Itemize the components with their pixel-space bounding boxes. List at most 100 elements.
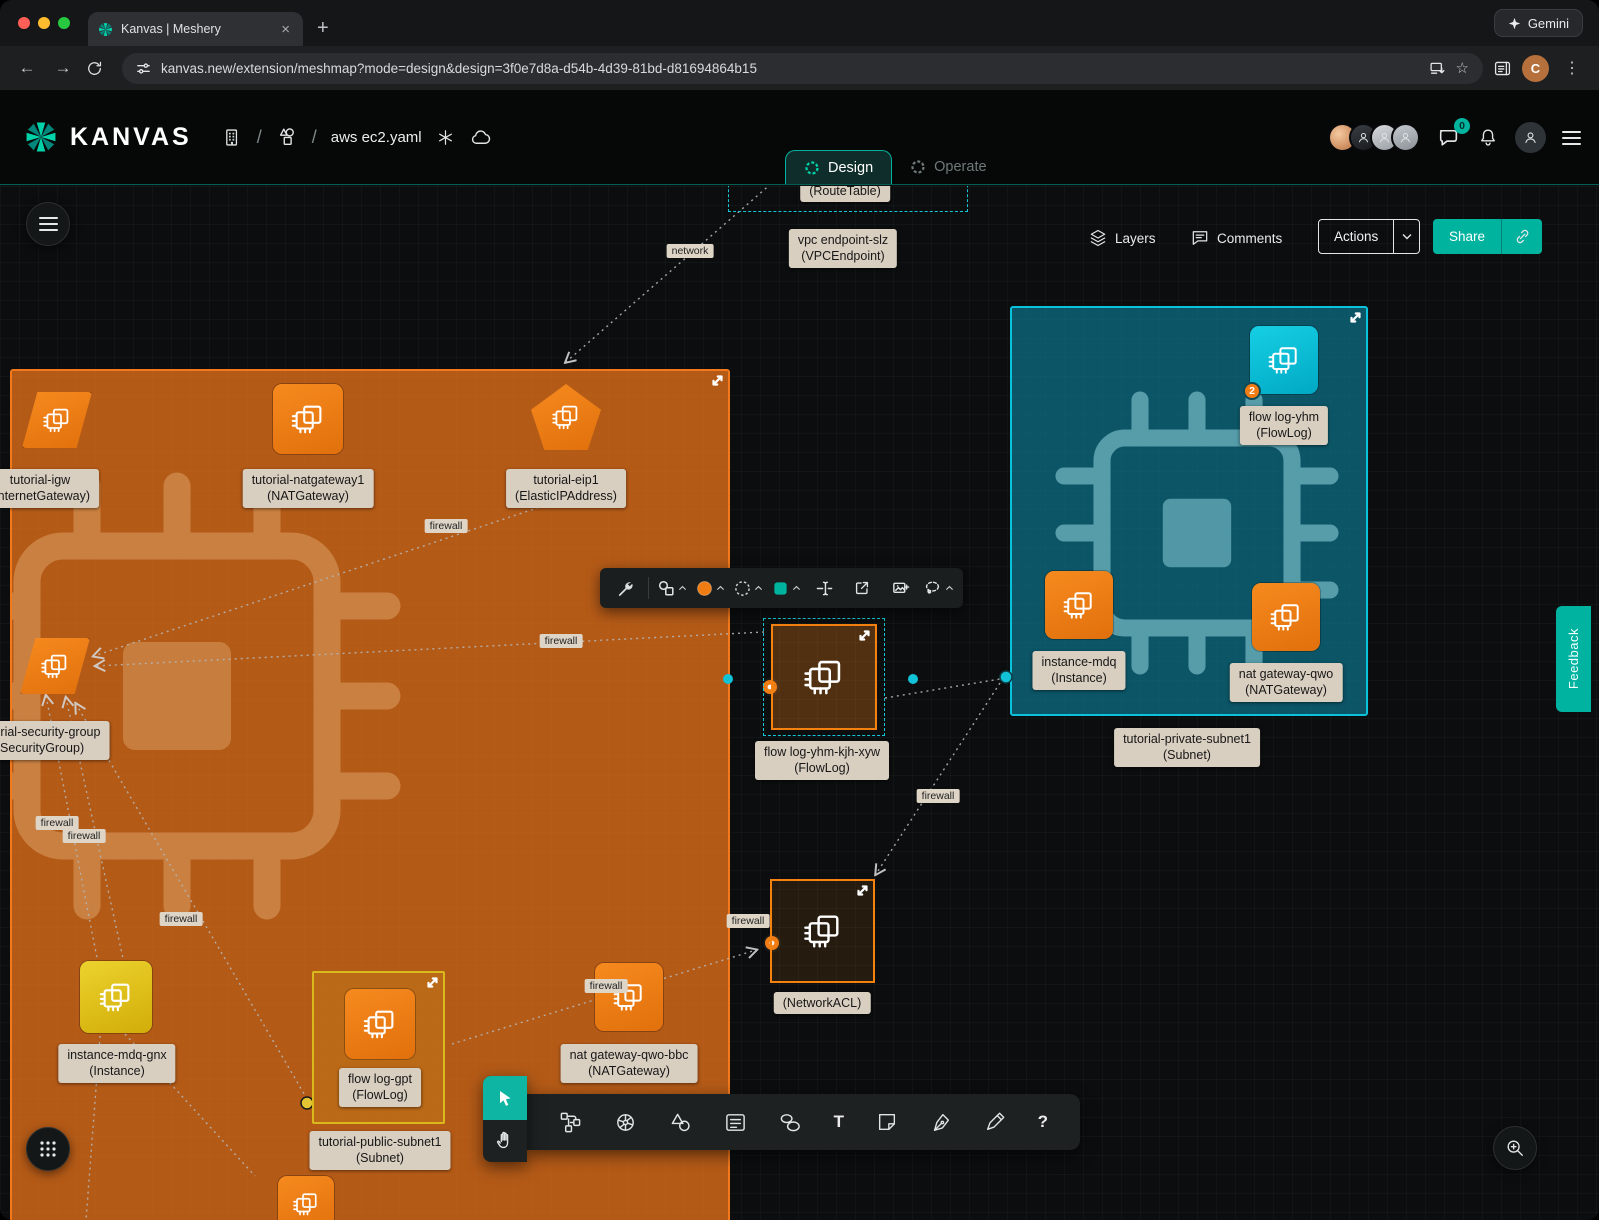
expand-icon[interactable] <box>427 977 438 988</box>
cloud-sync-icon[interactable] <box>469 126 492 149</box>
node-label-internet-gateway[interactable]: tutorial-igw (InternetGateway) <box>0 469 99 508</box>
tab-design[interactable]: Design <box>785 150 892 184</box>
node-flow-log-yhm[interactable] <box>1250 326 1318 394</box>
kanvas-brand[interactable]: KANVAS <box>24 120 192 154</box>
node-instance-mdq-gnx[interactable] <box>80 961 152 1033</box>
tab-close-icon[interactable]: × <box>278 21 293 38</box>
tab-operate[interactable]: Operate <box>892 150 1004 184</box>
node-label-flow-log-yhm[interactable]: flow log-yhm (FlowLog) <box>1240 406 1328 445</box>
node-label-route-table[interactable]: (RouteTable) <box>800 186 890 202</box>
chat-button[interactable]: 0 <box>1436 125 1461 150</box>
node-flow-log-gpt-group[interactable]: flow log-gpt (FlowLog) <box>312 971 445 1124</box>
address-bar[interactable]: kanvas.new/extension/meshmap?mode=design… <box>122 53 1483 84</box>
organization-icon[interactable] <box>222 127 243 148</box>
pen-tool-button[interactable] <box>930 1111 952 1133</box>
node-nat-gateway-qwo[interactable] <box>1252 583 1320 651</box>
app-menu-icon[interactable] <box>1562 131 1581 145</box>
pan-tool-button[interactable] <box>483 1120 527 1160</box>
share-button[interactable]: Share <box>1433 219 1501 254</box>
collaborator-avatars[interactable] <box>1328 123 1420 152</box>
add-image-button[interactable] <box>882 571 918 605</box>
notifications-bell-icon[interactable] <box>1477 127 1499 149</box>
components-tool-button[interactable] <box>559 1111 582 1134</box>
browser-menu-icon[interactable]: ⋮ <box>1559 58 1585 78</box>
rename-tool-button[interactable] <box>806 571 842 605</box>
magnifier-icon <box>1505 1138 1525 1158</box>
node-label-network-acl[interactable]: (NetworkACL) <box>774 992 871 1014</box>
site-settings-icon[interactable] <box>136 61 151 76</box>
node-label-instance-mdq[interactable]: instance-mdq (Instance) <box>1032 651 1125 690</box>
close-window-button[interactable] <box>18 17 30 29</box>
resize-handle[interactable] <box>908 674 918 684</box>
help-button[interactable]: ? <box>1038 1112 1048 1132</box>
zoom-button[interactable] <box>1493 1126 1537 1170</box>
reload-icon[interactable] <box>86 60 112 77</box>
node-label-instance-mdq-gnx[interactable]: instance-mdq-gnx (Instance) <box>58 1044 175 1083</box>
comments-button[interactable]: Comments <box>1190 223 1282 253</box>
node-label-flow-log-gpt[interactable]: flow log-gpt (FlowLog) <box>339 1068 421 1107</box>
actions-dropdown-button[interactable] <box>1393 220 1419 253</box>
stroke-style-button[interactable] <box>730 571 766 605</box>
copy-link-button[interactable] <box>1501 219 1542 254</box>
node-label-nat-gateway-1[interactable]: tutorial-natgateway1 (NATGateway) <box>243 469 374 508</box>
canvas-menu-button[interactable] <box>26 202 70 246</box>
node-instance-mdq[interactable] <box>1045 571 1113 639</box>
node-label-nat-gateway-qwo-bbc[interactable]: nat gateway-qwo-bbc (NATGateway) <box>561 1044 698 1083</box>
node-label-private-subnet[interactable]: tutorial-private-subnet1 (Subnet) <box>1114 728 1260 767</box>
collaborator-avatar[interactable] <box>1391 123 1420 152</box>
node-label-public-subnet[interactable]: tutorial-public-subnet1 (Subnet) <box>310 1131 451 1170</box>
node-label-vpc-endpoint[interactable]: vpc endpoint-slz (VPCEndpoint) <box>789 229 897 268</box>
node-flow-log-selected[interactable] <box>763 618 885 736</box>
group-style-button[interactable] <box>768 571 804 605</box>
configure-tool-button[interactable] <box>607 571 643 605</box>
kubernetes-tool-button[interactable] <box>614 1111 637 1134</box>
text-tool-button[interactable]: T <box>834 1112 844 1132</box>
browser-tab[interactable]: Kanvas | Meshery × <box>88 12 303 46</box>
shape-picker-button[interactable] <box>654 571 690 605</box>
node-label-elastic-ip[interactable]: tutorial-eip1 (ElasticIPAddress) <box>506 469 626 508</box>
shapes-tool-button[interactable] <box>669 1111 692 1134</box>
gemini-badge[interactable]: Gemini <box>1494 9 1583 37</box>
bookmark-star-icon[interactable]: ☆ <box>1456 59 1469 77</box>
zoom-window-button[interactable] <box>58 17 70 29</box>
select-tool-button[interactable] <box>483 1076 527 1120</box>
sticky-note-tool-button[interactable] <box>876 1111 898 1133</box>
expand-icon[interactable] <box>857 885 868 896</box>
notes-tool-button[interactable] <box>724 1111 747 1134</box>
workspace-icon[interactable] <box>276 126 298 148</box>
node-nat-gateway-qwo-bbc[interactable] <box>595 963 663 1031</box>
expand-icon[interactable] <box>859 630 870 641</box>
doodle-tool-button[interactable] <box>779 1111 802 1134</box>
new-tab-button[interactable]: + <box>317 17 329 46</box>
send-to-devices-icon[interactable] <box>1429 60 1446 77</box>
back-icon[interactable]: ← <box>14 58 40 78</box>
node-label-nat-gateway-qwo[interactable]: nat gateway-qwo (NATGateway) <box>1230 663 1343 702</box>
fill-color-button[interactable] <box>692 571 728 605</box>
node-label-security-group[interactable]: tutorial-security-group (SecurityGroup) <box>0 721 109 760</box>
expand-icon[interactable] <box>712 375 723 386</box>
node-label-flow-log-selected[interactable]: flow log-yhm-kjh-xyw (FlowLog) <box>755 741 889 780</box>
user-avatar[interactable] <box>1515 122 1546 153</box>
expand-icon[interactable] <box>1350 312 1361 323</box>
pencil-tool-button[interactable] <box>984 1111 1006 1133</box>
forward-icon[interactable]: → <box>50 58 76 78</box>
open-in-new-button[interactable] <box>844 571 880 605</box>
notification-count-badge[interactable]: 2 <box>1243 382 1261 400</box>
node-flow-log-gpt[interactable] <box>345 989 415 1059</box>
node-partial-bottom[interactable] <box>278 1176 334 1220</box>
selection-context-toolbar <box>600 568 963 608</box>
browser-profile-avatar[interactable]: C <box>1522 55 1549 82</box>
layers-button[interactable]: Layers <box>1088 223 1156 253</box>
snapshot-icon[interactable] <box>436 128 455 147</box>
design-canvas[interactable]: (RouteTable) vpc endpoint-slz (VPCEndpoi… <box>0 186 1599 1220</box>
design-file-name[interactable]: aws ec2.yaml <box>331 129 422 146</box>
reading-mode-icon[interactable] <box>1493 59 1512 78</box>
lasso-tool-button[interactable] <box>920 571 956 605</box>
node-flow-log-selected-body[interactable] <box>771 624 877 730</box>
actions-button[interactable]: Actions <box>1319 220 1393 253</box>
node-network-acl[interactable] <box>770 879 875 983</box>
feedback-tab[interactable]: Feedback <box>1556 606 1591 712</box>
minimize-window-button[interactable] <box>38 17 50 29</box>
apps-grid-button[interactable] <box>26 1127 70 1171</box>
node-nat-gateway-1[interactable] <box>273 384 343 454</box>
